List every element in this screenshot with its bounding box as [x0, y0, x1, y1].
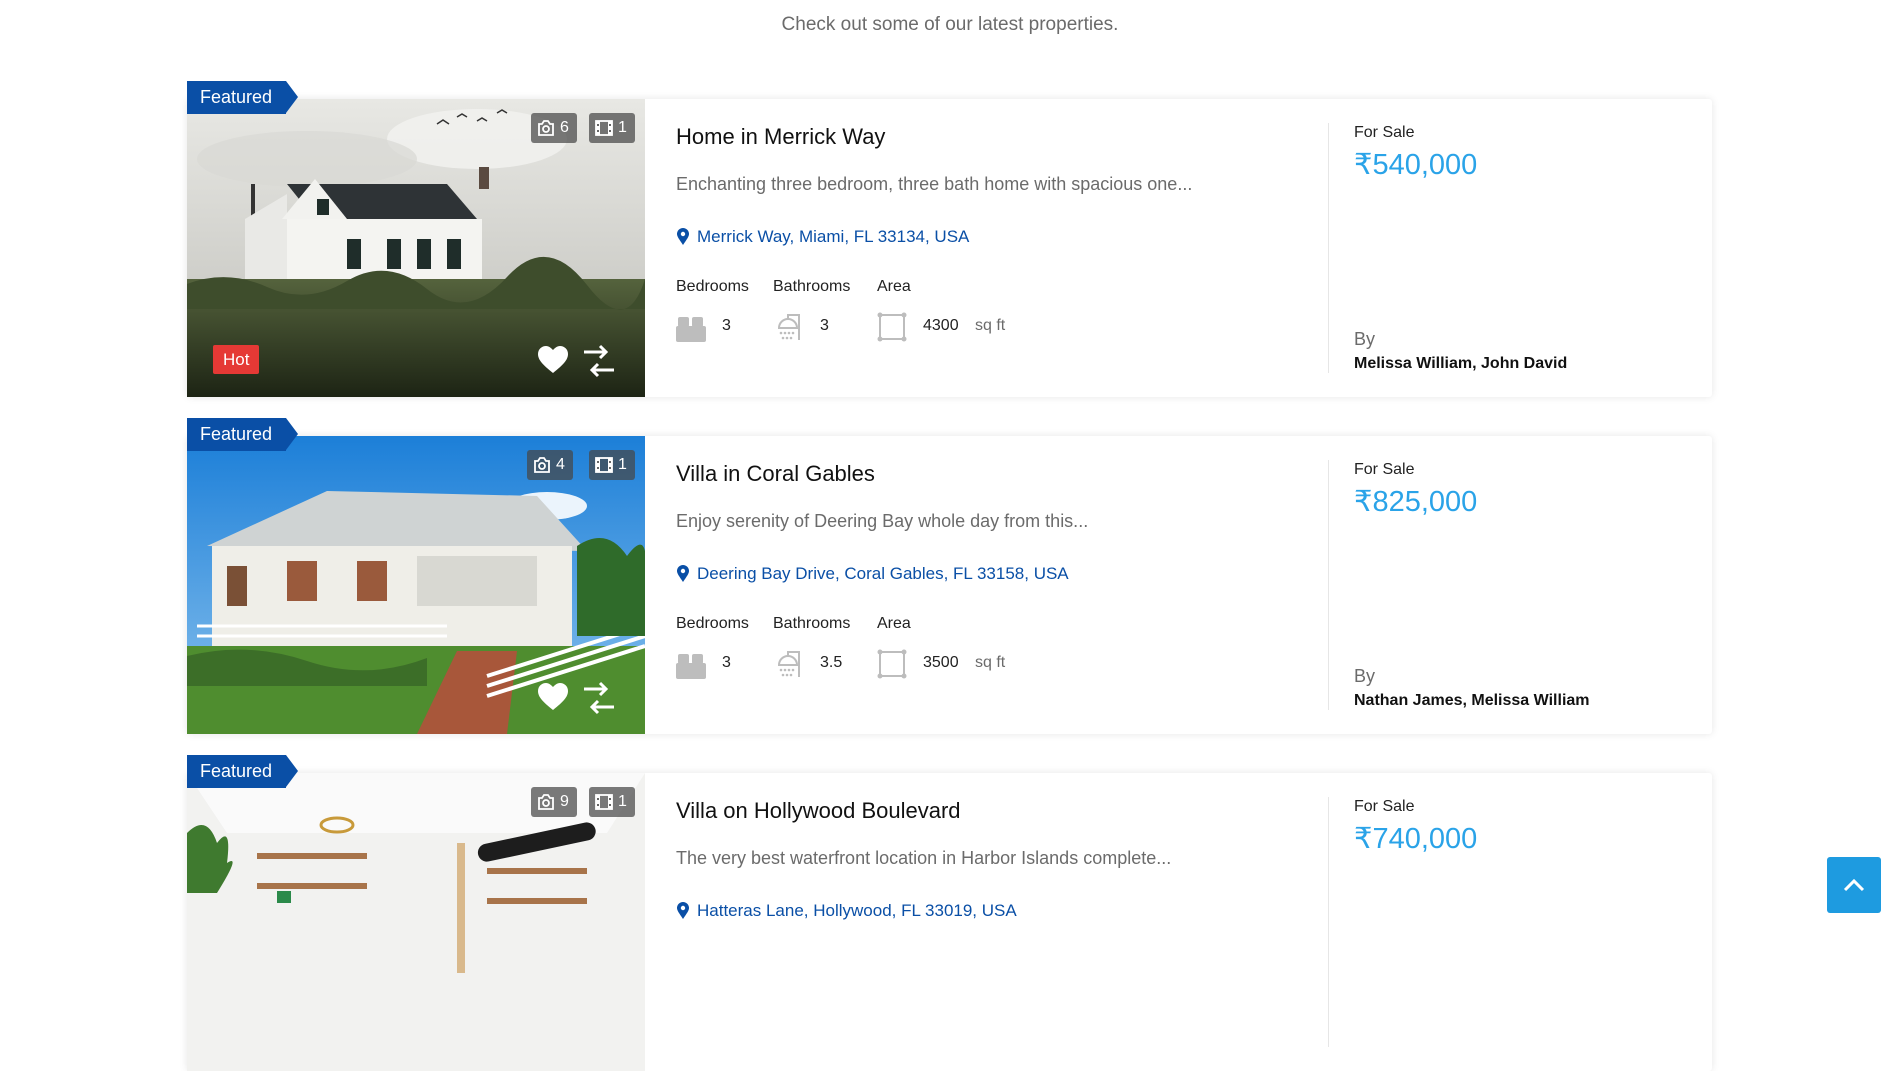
- listing-card: 9 1 Villa on Hollywood Boulevard The ver…: [187, 773, 1712, 1071]
- map-pin-icon: [677, 565, 689, 582]
- video-count-badge[interactable]: 1: [589, 787, 635, 817]
- heart-icon[interactable]: [537, 345, 569, 375]
- area-value: 3500: [923, 654, 959, 671]
- bedrooms-label: Bedrooms: [676, 278, 749, 295]
- bed-icon: [676, 654, 706, 679]
- listing-agents[interactable]: Melissa William, John David: [1354, 355, 1567, 373]
- video-count-badge[interactable]: 1: [589, 113, 635, 143]
- chevron-up-icon: [1843, 878, 1865, 892]
- listing-agents[interactable]: Nathan James, Melissa William: [1354, 692, 1590, 710]
- card-divider: [1328, 123, 1329, 373]
- bathrooms-value: 3: [820, 317, 829, 334]
- photo-count-badge[interactable]: 4: [527, 450, 573, 480]
- featured-badge: Featured: [187, 755, 299, 788]
- camera-icon: [538, 794, 554, 810]
- listing-image[interactable]: 9 1: [187, 773, 645, 1071]
- listing-price: ₹540,000: [1354, 149, 1478, 181]
- bedrooms-label: Bedrooms: [676, 615, 749, 632]
- listing-title[interactable]: Villa on Hollywood Boulevard: [676, 798, 961, 824]
- area-label: Area: [877, 278, 911, 295]
- bedrooms-value: 3: [722, 654, 731, 671]
- listing-card: 6 1 Hot Home in Merrick Way Enchanting t…: [187, 99, 1712, 397]
- bathrooms-label: Bathrooms: [773, 278, 851, 295]
- bed-icon: [676, 317, 706, 342]
- card-divider: [1328, 460, 1329, 710]
- photo-count-badge[interactable]: 9: [531, 787, 577, 817]
- card-divider: [1328, 797, 1329, 1047]
- listing-image[interactable]: 4 1: [187, 436, 645, 734]
- film-icon: [595, 457, 613, 473]
- hot-badge: Hot: [213, 345, 260, 374]
- listing-location[interactable]: Merrick Way, Miami, FL 33134, USA: [676, 227, 969, 247]
- film-icon: [595, 794, 613, 810]
- video-count: 1: [618, 119, 627, 136]
- photo-count: 6: [560, 119, 569, 136]
- location-text: Deering Bay Drive, Coral Gables, FL 3315…: [697, 564, 1069, 583]
- listing-description: Enchanting three bedroom, three bath hom…: [676, 174, 1193, 194]
- listing-price: ₹740,000: [1354, 823, 1478, 855]
- compare-icon[interactable]: [582, 344, 616, 378]
- map-pin-icon: [677, 902, 689, 919]
- listing-status: For Sale: [1354, 124, 1415, 141]
- room-photo: [187, 773, 645, 1071]
- photo-count: 9: [560, 793, 569, 810]
- video-count: 1: [618, 456, 627, 473]
- listing-title[interactable]: Villa in Coral Gables: [676, 461, 875, 487]
- area-label: Area: [877, 615, 911, 632]
- listing-image[interactable]: 6 1 Hot: [187, 99, 645, 397]
- bathrooms-value: 3.5: [820, 654, 843, 671]
- bathrooms-label: Bathrooms: [773, 615, 851, 632]
- featured-badge: Featured: [187, 418, 299, 451]
- house-photo: [187, 436, 645, 734]
- listing-price: ₹825,000: [1354, 486, 1478, 518]
- by-label: By: [1354, 329, 1376, 349]
- section-subtitle: Check out some of our latest properties.: [781, 14, 1119, 35]
- listing-description: Enjoy serenity of Deering Bay whole day …: [676, 511, 1089, 531]
- video-count-badge[interactable]: 1: [589, 450, 635, 480]
- area-icon: [877, 312, 907, 342]
- listing-title[interactable]: Home in Merrick Way: [676, 124, 885, 150]
- location-text: Hatteras Lane, Hollywood, FL 33019, USA: [697, 901, 1017, 920]
- photo-count-badge[interactable]: 6: [531, 113, 577, 143]
- compare-icon[interactable]: [582, 681, 616, 715]
- area-value: 4300: [923, 317, 959, 334]
- listing-card: 4 1 Villa in Coral Gables Enjoy serenity…: [187, 436, 1712, 734]
- listing-location[interactable]: Hatteras Lane, Hollywood, FL 33019, USA: [676, 901, 1017, 921]
- film-icon: [595, 120, 613, 136]
- shower-icon: [777, 651, 800, 677]
- heart-icon[interactable]: [537, 682, 569, 712]
- video-count: 1: [618, 793, 627, 810]
- camera-icon: [534, 457, 550, 473]
- by-label: By: [1354, 666, 1376, 686]
- listing-location[interactable]: Deering Bay Drive, Coral Gables, FL 3315…: [676, 564, 1069, 584]
- area-unit: sq ft: [975, 317, 1006, 334]
- listing-status: For Sale: [1354, 798, 1415, 815]
- listing-status: For Sale: [1354, 461, 1415, 478]
- featured-badge: Featured: [187, 81, 299, 114]
- camera-icon: [538, 120, 554, 136]
- bedrooms-value: 3: [722, 317, 731, 334]
- photo-count: 4: [556, 456, 565, 473]
- area-icon: [877, 649, 907, 679]
- location-text: Merrick Way, Miami, FL 33134, USA: [697, 227, 970, 246]
- scroll-to-top-button[interactable]: [1827, 857, 1881, 913]
- map-pin-icon: [677, 228, 689, 245]
- listing-description: The very best waterfront location in Har…: [676, 848, 1172, 868]
- area-unit: sq ft: [975, 654, 1006, 671]
- shower-icon: [777, 314, 800, 340]
